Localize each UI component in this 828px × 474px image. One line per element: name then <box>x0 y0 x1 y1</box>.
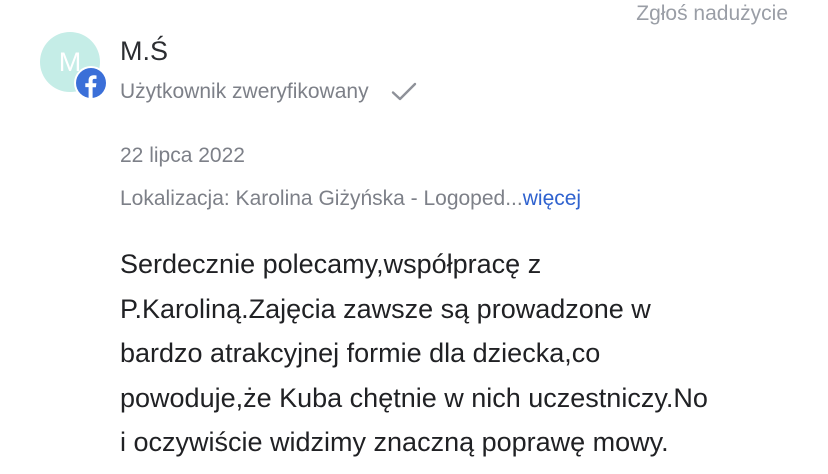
review-text-line: i oczywiście widzimy znaczną poprawę mow… <box>120 427 669 457</box>
review-card: Zgłoś nadużycie M M.Ś Użytkownik zweryfi… <box>0 0 828 474</box>
review-location: Lokalizacja: Karolina Giżyńska - Logoped… <box>120 187 581 211</box>
report-abuse-link[interactable]: Zgłoś nadużycie <box>636 2 788 26</box>
verified-label: Użytkownik zweryfikowany <box>120 80 369 103</box>
review-text-line: Serdecznie polecamy,współpracę z <box>120 249 542 279</box>
review-text: Serdecznie polecamy,współpracę z P.Karol… <box>120 242 810 465</box>
facebook-icon <box>74 66 108 100</box>
avatar-container: M <box>40 32 108 100</box>
review-text-line: bardzo atrakcyjnej formie dla dziecka,co <box>120 338 601 368</box>
review-text-line: powoduje,że Kuba chętnie w nich uczestni… <box>120 382 708 413</box>
verified-check-icon <box>391 82 417 102</box>
location-text: Lokalizacja: Karolina Giżyńska - Logoped… <box>120 187 523 210</box>
verified-status: Użytkownik zweryfikowany <box>120 80 417 104</box>
author-name: M.Ś <box>120 36 169 66</box>
review-text-line: P.Karoliną.Zajęcia zawsze są prowadzone … <box>120 293 651 324</box>
more-link[interactable]: więcej <box>523 187 581 210</box>
review-date: 22 lipca 2022 <box>120 144 245 167</box>
